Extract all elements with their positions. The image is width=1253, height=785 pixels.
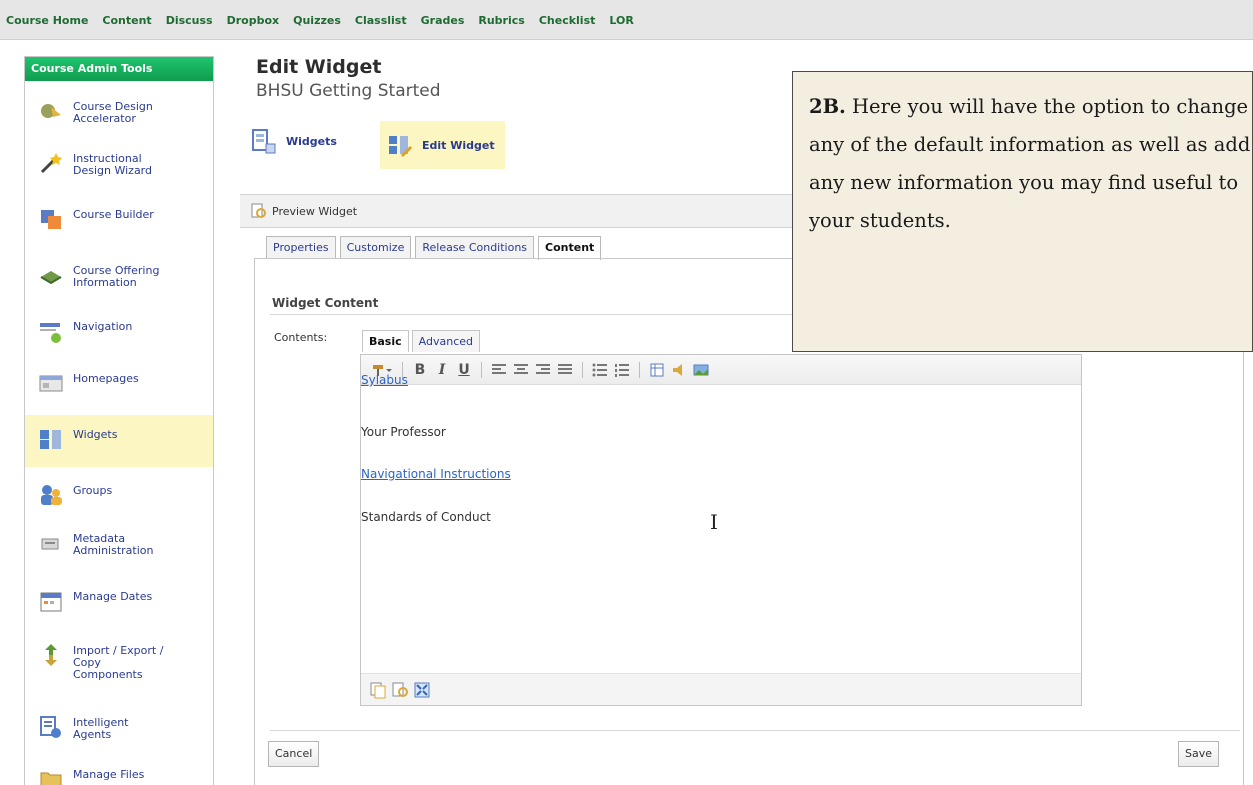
nav-discuss[interactable]: Discuss — [166, 14, 213, 27]
import-export-icon — [39, 643, 63, 667]
insert-media-icon[interactable] — [669, 360, 689, 380]
nav-course-home[interactable]: Course Home — [6, 14, 88, 27]
fullscreen-icon[interactable] — [413, 681, 431, 699]
accelerator-icon — [39, 99, 63, 123]
sidebar-item-homepages[interactable]: Homepages — [25, 371, 213, 395]
sidebar-item-course-design-accelerator[interactable]: Course Design Accelerator — [25, 99, 213, 125]
sidebar-item-intelligent-agents[interactable]: Intelligent Agents — [25, 715, 213, 741]
toolbar-separator — [639, 361, 640, 378]
sidebar-item-import-export-copy[interactable]: Import / Export / Copy Components — [25, 643, 213, 681]
copy-icon[interactable] — [369, 681, 387, 699]
footer-divider — [270, 730, 1240, 731]
nav-content[interactable]: Content — [102, 14, 151, 27]
nav-grades[interactable]: Grades — [421, 14, 465, 27]
preview-small-icon[interactable] — [391, 681, 409, 699]
section-heading: Widget Content — [272, 296, 379, 310]
contents-label: Contents: — [274, 331, 328, 344]
breadcrumb-edit-widget[interactable]: Edit Widget — [380, 121, 505, 169]
insert-image-icon[interactable] — [691, 360, 711, 380]
sidebar-title: Course Admin Tools — [25, 57, 213, 81]
edit-widget-icon — [386, 131, 414, 159]
toolbar-separator — [582, 361, 583, 378]
tab-content[interactable]: Content — [538, 236, 602, 260]
nav-dropbox[interactable]: Dropbox — [227, 14, 280, 27]
page-title: Edit Widget — [256, 56, 382, 78]
widgets-page-icon — [250, 127, 278, 155]
tab-advanced[interactable]: Advanced — [411, 330, 480, 352]
calendar-icon — [39, 589, 63, 613]
bulleted-list-icon[interactable] — [590, 360, 610, 380]
groups-icon — [39, 483, 63, 507]
tab-customize[interactable]: Customize — [339, 236, 412, 258]
agents-icon — [39, 715, 63, 739]
navigation-icon — [39, 319, 63, 343]
text-standards-of-conduct: Standards of Conduct — [361, 510, 491, 524]
preview-icon — [250, 203, 266, 219]
tab-properties[interactable]: Properties — [266, 236, 336, 258]
nav-quizzes[interactable]: Quizzes — [293, 14, 341, 27]
homepage-icon — [39, 371, 63, 395]
align-right-icon[interactable] — [533, 360, 553, 380]
page-subtitle: BHSU Getting Started — [256, 81, 441, 101]
toolbar-separator — [481, 361, 482, 378]
nav-rubrics[interactable]: Rubrics — [478, 14, 524, 27]
link-navigational-instructions[interactable]: Navigational Instructions — [361, 467, 511, 481]
underline-button[interactable]: U — [454, 360, 474, 380]
cancel-button[interactable]: Cancel — [268, 741, 320, 767]
builder-icon — [39, 207, 63, 231]
nav-classlist[interactable]: Classlist — [355, 14, 407, 27]
callout-text: Here you will have the option to change … — [809, 95, 1251, 232]
sidebar-item-groups[interactable]: Groups — [25, 483, 213, 507]
tab-release-conditions[interactable]: Release Conditions — [415, 236, 535, 258]
insert-table-icon[interactable] — [647, 360, 667, 380]
sidebar-item-course-builder[interactable]: Course Builder — [25, 207, 213, 231]
folder-icon — [39, 767, 63, 785]
editor-mode-tabs: Basic Advanced — [362, 330, 480, 352]
nav-lor[interactable]: LOR — [609, 14, 633, 27]
align-justify-icon[interactable] — [555, 360, 575, 380]
section-divider — [270, 314, 850, 315]
callout-step: 2B. — [809, 95, 846, 118]
sidebar-item-metadata-administration[interactable]: Metadata Administration — [25, 531, 213, 557]
book-icon — [39, 263, 63, 287]
editor-toolbar: B I U — [361, 355, 1081, 385]
html-editor[interactable]: B I U Sylabus Your Professor Navigationa… — [360, 354, 1082, 706]
align-center-icon[interactable] — [511, 360, 531, 380]
metadata-icon — [39, 531, 63, 555]
widget-tabs: Properties Customize Release Conditions … — [266, 236, 602, 260]
sidebar-item-course-offering-information[interactable]: Course Offering Information — [25, 263, 213, 289]
sidebar-item-instructional-design-wizard[interactable]: Instructional Design Wizard — [25, 151, 213, 177]
italic-button[interactable]: I — [432, 360, 452, 380]
nav-checklist[interactable]: Checklist — [539, 14, 596, 27]
text-your-professor: Your Professor — [361, 425, 446, 439]
save-button[interactable]: Save — [1178, 741, 1220, 767]
editor-body[interactable]: Sylabus Your Professor Navigational Inst… — [361, 373, 1081, 673]
sidebar-item-navigation[interactable]: Navigation — [25, 319, 213, 343]
text-cursor-icon: I — [710, 510, 718, 534]
wizard-icon — [39, 151, 63, 175]
align-left-icon[interactable] — [489, 360, 509, 380]
admin-tools-sidebar: Course Admin Tools Course Design Acceler… — [24, 56, 214, 785]
course-nav-bar: Course Home Content Discuss Dropbox Quiz… — [0, 0, 1253, 40]
widgets-icon — [39, 427, 63, 451]
editor-footer — [361, 673, 1081, 705]
sidebar-item-manage-files[interactable]: Manage Files — [25, 767, 213, 785]
instruction-callout: 2B. Here you will have the option to cha… — [792, 71, 1253, 352]
sidebar-item-manage-dates[interactable]: Manage Dates — [25, 589, 213, 613]
link-syllabus[interactable]: Sylabus — [361, 373, 408, 387]
breadcrumb-widgets[interactable]: Widgets — [250, 121, 337, 161]
bold-button[interactable]: B — [410, 360, 430, 380]
numbered-list-icon[interactable] — [612, 360, 632, 380]
sidebar-item-widgets[interactable]: Widgets — [25, 415, 213, 467]
tab-basic[interactable]: Basic — [362, 330, 409, 352]
